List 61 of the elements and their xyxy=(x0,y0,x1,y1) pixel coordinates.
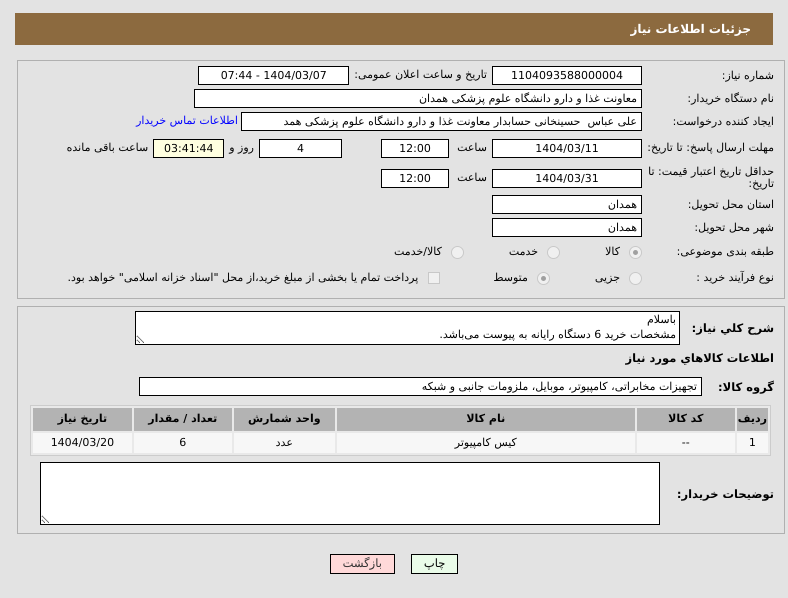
radio-button[interactable] xyxy=(629,272,642,284)
table-cell: 1 xyxy=(736,433,768,453)
price-validity-date-field[interactable]: 1404/03/31 xyxy=(492,168,642,188)
field-label: توضیحات خریدار: xyxy=(676,488,775,500)
days-label: روز و xyxy=(228,140,255,156)
buyer-org-field[interactable]: معاونت غذا و دارو دانشگاه علوم پزشکی همدان xyxy=(194,89,642,108)
column-header: واحد شمارش xyxy=(234,408,335,431)
time-label: ساعت xyxy=(456,170,488,186)
column-header: تعداد / مقدار xyxy=(134,408,232,431)
field-label: ایجاد کننده درخواست: xyxy=(672,116,775,128)
reply-deadline-time-field[interactable]: 12:00 xyxy=(381,138,449,158)
option-label: کالا xyxy=(605,244,620,260)
table-cell: -- xyxy=(636,433,735,453)
field-label: تاریخ و ساعت اعلان عمومی: xyxy=(353,67,488,84)
field-label: گروه کالا: xyxy=(717,380,775,392)
radio-button[interactable] xyxy=(450,246,464,258)
field-label: نام دستگاه خریدار: xyxy=(686,92,775,104)
description-box[interactable]: باسلام مشخصات خرید 6 دستگاه رایانه به پیوست می‌باشد. xyxy=(135,311,680,345)
section-heading: اطلاعات کالاهاي مورد نیاز xyxy=(626,352,775,364)
radio-button[interactable] xyxy=(547,246,560,258)
need-number-field[interactable]: 1104093588000004 xyxy=(492,66,642,85)
field-label: حداقل تاریخ اعتبار قیمت: تا تاریخ: xyxy=(647,166,775,190)
column-header: ردیف xyxy=(736,408,768,431)
field-label: استان محل تحویل: xyxy=(686,198,775,210)
table-cell: 6 xyxy=(134,433,232,453)
column-header: نام کالا xyxy=(336,408,635,431)
contact-link[interactable]: اطلاعات تماس خریدار xyxy=(136,113,241,130)
reply-deadline-date-field[interactable]: 1404/03/11 xyxy=(492,138,642,158)
option-label: متوسط xyxy=(493,270,528,286)
field-label: شماره نیاز: xyxy=(720,70,775,82)
days-field[interactable]: 4 xyxy=(259,138,342,158)
print-button[interactable]: چاپ xyxy=(410,554,458,574)
table-cell: 1404/03/20 xyxy=(33,433,132,453)
column-header: کد کالا xyxy=(636,408,735,431)
back-button[interactable]: بازگشت xyxy=(330,554,395,574)
table-cell: عدد xyxy=(234,433,335,453)
field-label: مهلت ارسال پاسخ: تا تاریخ: xyxy=(646,142,775,154)
checkbox[interactable] xyxy=(428,272,440,284)
option-label: خدمت xyxy=(508,244,538,260)
remaining-label: ساعت باقی مانده xyxy=(66,140,150,156)
remaining-time-field[interactable]: 03:41:44 xyxy=(153,138,224,158)
option-label: جزیی xyxy=(594,270,620,286)
requester-field[interactable]: علی عباس حسینخانی حسابدار معاونت غذا و دارو دانشگاه علوم پزشکی همد xyxy=(241,112,642,131)
province-field[interactable]: همدان xyxy=(492,195,642,214)
field-label: شرح کلي نیاز: xyxy=(690,322,775,334)
option-label: کالا/خدمت xyxy=(394,244,442,260)
field-label: نوع فرآیند خرید : xyxy=(695,272,775,284)
time-label: ساعت xyxy=(456,140,488,156)
field-label: طبقه بندی موضوعی: xyxy=(676,246,775,258)
page-title: جزئیات اطلاعات نیاز xyxy=(630,21,751,38)
column-header: تاریخ نیاز xyxy=(33,408,132,431)
goods-group-field[interactable]: تجهیزات مخابراتی، کامپیوتر، موبایل، ملزومات جانبی و شبکه xyxy=(139,377,702,396)
city-field[interactable]: همدان xyxy=(492,218,642,237)
buyer-notes-box[interactable] xyxy=(40,462,660,525)
radio-button[interactable] xyxy=(629,246,642,258)
table-cell: کیس کامپیوتر xyxy=(336,433,635,453)
price-validity-time-field[interactable]: 12:00 xyxy=(381,168,449,188)
field-label: شهر محل تحویل: xyxy=(693,222,775,234)
radio-button[interactable] xyxy=(536,272,550,284)
announce-date-field[interactable]: 1404/03/07 - 07:44 xyxy=(198,66,350,85)
payment-note: پرداخت تمام یا بخشی از مبلغ خرید،از محل "اسناد خزانه اسلامی" خواهد بود. xyxy=(68,270,418,286)
